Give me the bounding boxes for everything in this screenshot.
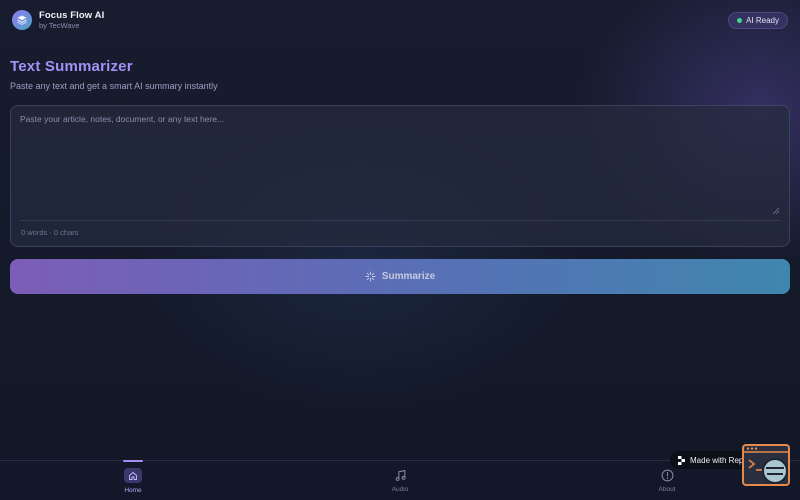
app-header: Focus Flow AI by TecWave AI Ready — [0, 0, 800, 40]
status-dot-icon — [737, 17, 743, 23]
nav-item-audio[interactable]: Audio — [340, 461, 460, 500]
nav-label-home: Home — [124, 487, 142, 494]
nav-item-home[interactable]: Home — [73, 460, 193, 500]
summarize-button[interactable]: Summarize — [10, 259, 790, 294]
app-title: Focus Flow AI — [39, 9, 105, 21]
info-icon — [661, 469, 673, 482]
nav-label-audio: Audio — [391, 486, 409, 493]
background — [0, 0, 800, 500]
music-note-icon — [395, 470, 405, 481]
app-logo-icon — [12, 10, 32, 30]
summarize-label: Summarize — [381, 271, 436, 282]
app-subtitle: by TecWave — [39, 21, 80, 30]
nav-active-indicator — [123, 460, 143, 462]
home-icon — [124, 468, 142, 483]
word-count: 0 words · 0 chars — [21, 228, 79, 237]
replit-mascot-icon[interactable] — [742, 444, 790, 488]
card-divider — [20, 220, 780, 221]
nav-label-about: About — [658, 486, 676, 493]
replit-logo-icon — [678, 455, 685, 465]
page-title: Text Summarizer — [10, 58, 133, 75]
sparkle-icon — [365, 271, 376, 282]
text-input[interactable] — [20, 114, 782, 222]
ai-status-badge: AI Ready — [728, 11, 788, 29]
replit-badge-label: Made with Replit — [690, 455, 750, 465]
text-input-card: 0 words · 0 chars — [10, 105, 790, 247]
ai-status-label: AI Ready — [746, 15, 779, 25]
resize-grip-icon[interactable] — [773, 208, 779, 214]
brand[interactable]: Focus Flow AI by TecWave — [12, 10, 104, 30]
page-subtitle: Paste any text and get a smart AI summar… — [10, 81, 218, 91]
